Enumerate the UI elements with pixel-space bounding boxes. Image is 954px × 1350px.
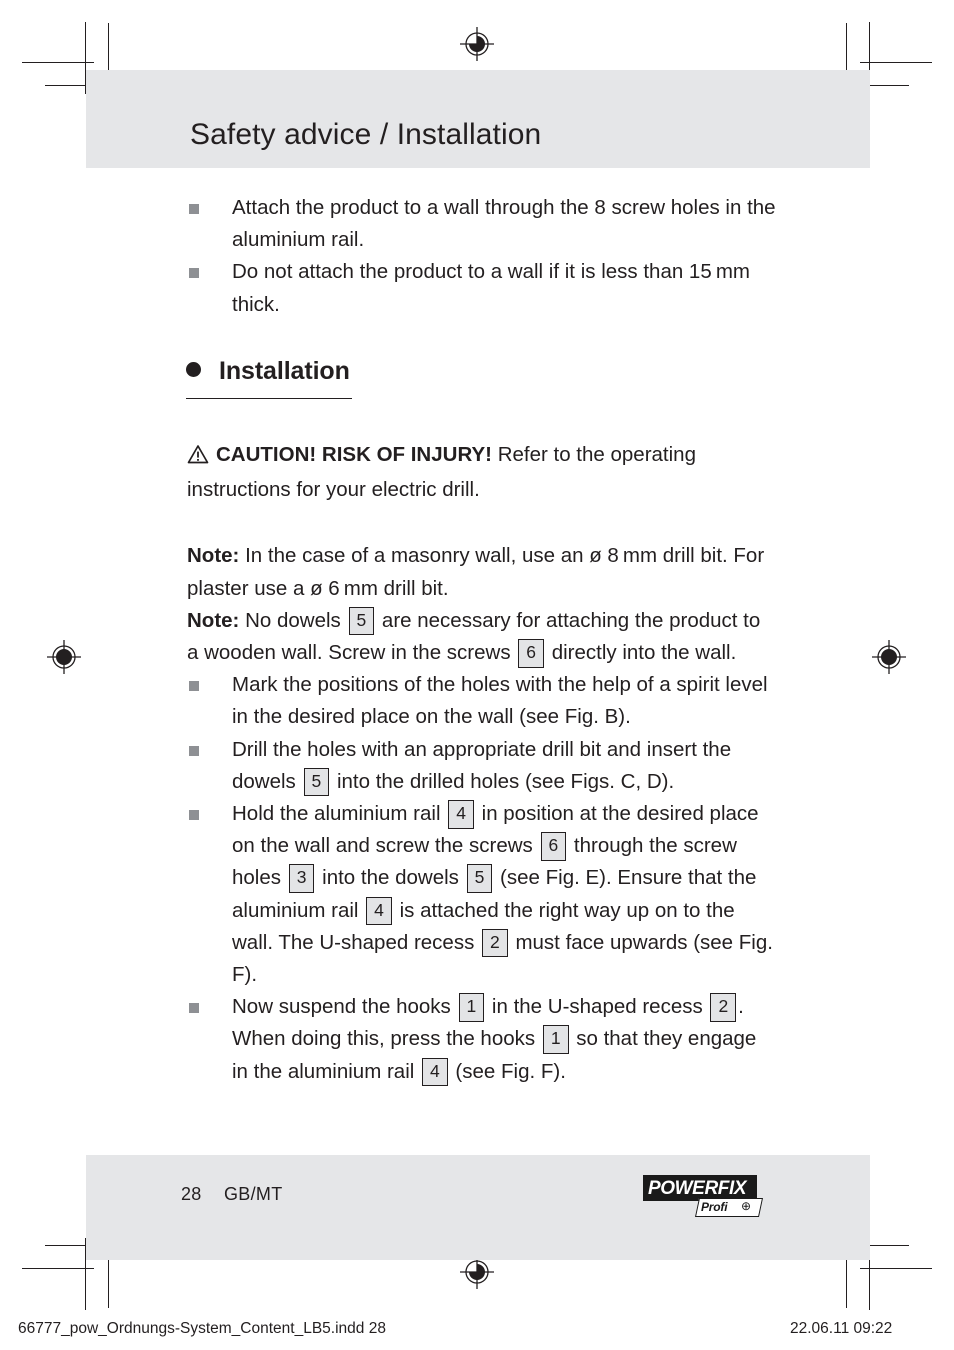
square-bullet-icon: [189, 204, 199, 214]
logo-trademark-icon: ’: [750, 1176, 753, 1187]
step-text-fragment: Mark the positions of the holes with the…: [232, 673, 768, 729]
step-text-fragment: Now suspend the hooks: [232, 995, 457, 1019]
part-ref-box: 5: [303, 767, 330, 797]
part-ref-box: 5: [466, 864, 493, 893]
part-ref-box: 5: [348, 606, 375, 636]
step-text-fragment: into the dowels: [316, 866, 465, 890]
note-two-text-1: No dowels: [239, 608, 347, 632]
list-item-text: Attach the product to a wall through the…: [232, 196, 776, 252]
part-ref-box: 3: [288, 864, 315, 893]
list-item: Do not attach the product to a wall if i…: [187, 256, 777, 320]
section-heading-label: Installation: [219, 356, 350, 385]
registration-mark-right: [872, 640, 906, 674]
list-item: Attach the product to a wall through the…: [187, 192, 777, 256]
crop-mark-bottom-left-horizontal: [22, 1268, 94, 1269]
section-heading-installation: Installation: [186, 355, 352, 400]
caution-label: CAUTION! RISK OF INJURY!: [216, 443, 492, 467]
part-ref-box: 6: [518, 639, 545, 668]
list-item-text: Do not attach the product to a wall if i…: [232, 260, 750, 316]
registration-mark-left: [47, 640, 81, 674]
warning-triangle-icon: [187, 442, 209, 474]
imprint-filename: 66777_pow_Ordnungs-System_Content_LB5.in…: [18, 1320, 386, 1337]
logo-brand-name: POWERFIX: [648, 1178, 747, 1199]
step-text-fragment: (see Fig. F).: [449, 1059, 566, 1083]
registration-mark-bottom: [460, 1255, 494, 1289]
section-heading-installation-wrap: Installation: [186, 355, 777, 400]
part-ref-box: 1: [542, 1025, 569, 1054]
list-item: Mark the positions of the holes with the…: [187, 669, 777, 733]
list-item-text: Drill the holes with an appropriate dril…: [232, 738, 731, 797]
footer-language-code: GB/MT: [224, 1184, 283, 1204]
note-two-label: Note:: [187, 608, 240, 632]
step-text-fragment: into the drilled holes (see Figs. C, D).: [331, 769, 675, 793]
crop-mark-top-left-horizontal: [22, 62, 94, 63]
square-bullet-icon: [189, 745, 199, 756]
square-bullet-icon: [189, 810, 199, 821]
part-ref-box: 6: [540, 832, 567, 861]
logo-sub-label: Profi: [701, 1200, 728, 1214]
note-one-paragraph: Note: In the case of a masonry wall, use…: [187, 540, 777, 604]
top-safety-bullet-list: Attach the product to a wall through the…: [187, 192, 777, 321]
list-item: Drill the holes with an appropriate dril…: [187, 734, 777, 798]
powerfix-logo: POWERFIX ’ Profi ⊕: [643, 1175, 773, 1223]
installation-step-list: Mark the positions of the holes with the…: [187, 669, 777, 1088]
imprint-timestamp: 22.06.11 09:22: [790, 1320, 893, 1337]
step-text-fragment: in the U-shaped recess: [486, 995, 709, 1019]
list-item-text: Now suspend the hooks 1 in the U-shaped …: [232, 993, 756, 1087]
round-bullet-icon: [186, 361, 201, 377]
page-title: Safety advice / Installation: [190, 118, 542, 151]
part-ref-box: 4: [422, 1057, 448, 1087]
note-one-label: Note:: [187, 544, 240, 568]
list-item: Hold the aluminium rail 4 in position at…: [187, 798, 777, 991]
footer-page-number: 28: [181, 1184, 202, 1204]
list-item-text: Mark the positions of the holes with the…: [232, 673, 768, 728]
page-content: Attach the product to a wall through the…: [186, 192, 777, 1088]
crop-mark-top-right-horizontal: [860, 62, 932, 63]
crop-mark-bottom-right-horizontal: [860, 1268, 932, 1269]
note-two-text-3: directly into the wall.: [546, 641, 737, 665]
list-item: Now suspend the hooks 1 in the U-shaped …: [187, 991, 777, 1088]
part-ref-box: 2: [710, 993, 737, 1022]
logo-cross-circle-icon: ⊕: [741, 1199, 752, 1213]
list-item-text: Hold the aluminium rail 4 in position at…: [232, 800, 773, 986]
square-bullet-icon: [189, 1003, 199, 1014]
caution-paragraph: CAUTION! RISK OF INJURY! Refer to the op…: [187, 439, 777, 506]
part-ref-box: 2: [482, 928, 508, 958]
part-ref-box: 1: [458, 993, 485, 1022]
note-two-paragraph: Note: No dowels 5 are necessary for atta…: [187, 605, 777, 669]
square-bullet-icon: [189, 681, 199, 692]
part-ref-box: 4: [366, 896, 392, 926]
part-ref-box: 4: [448, 800, 474, 829]
step-text-fragment: Hold the aluminium rail: [232, 802, 447, 826]
note-one-body: In the case of a masonry wall, use an ø …: [187, 544, 765, 600]
registration-mark-top: [460, 27, 494, 61]
square-bullet-icon: [189, 268, 199, 279]
